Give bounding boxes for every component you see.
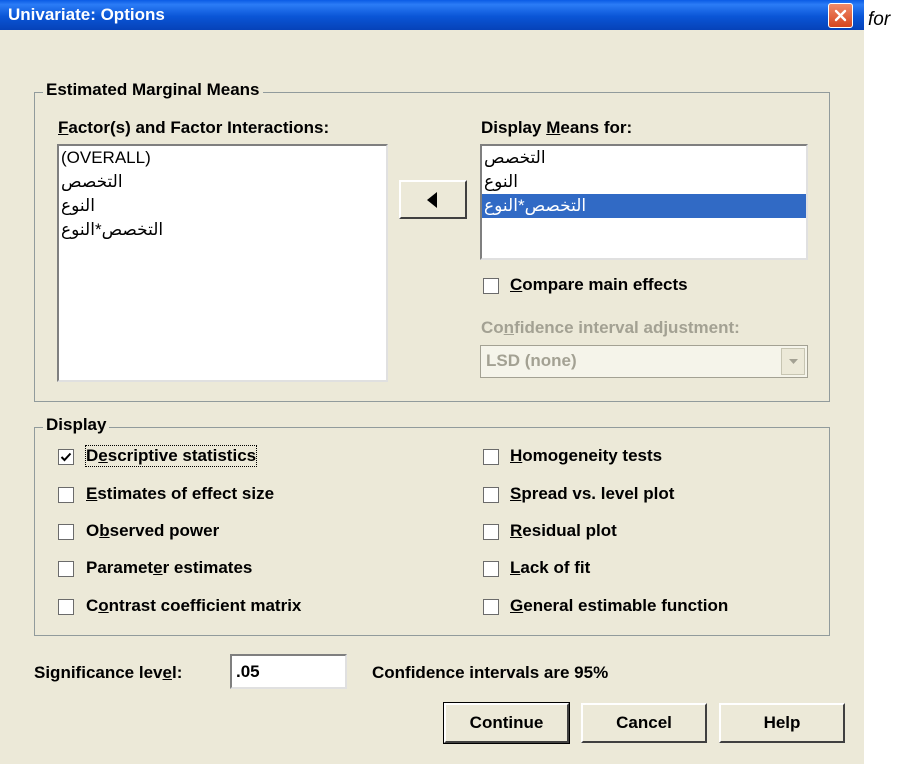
display-left-label-1[interactable]: Estimates of effect size <box>86 484 274 504</box>
close-icon <box>834 9 847 22</box>
display-right-label-4[interactable]: General estimable function <box>510 596 728 616</box>
list-item[interactable]: التخصص <box>59 170 386 194</box>
display-left-label-3[interactable]: Parameter estimates <box>86 558 252 578</box>
list-item-selected[interactable]: التخصص*النوع <box>482 194 806 218</box>
confidence-interval-text: Confidence intervals are 95% <box>372 663 609 682</box>
left-arrow-icon <box>427 191 437 208</box>
display-left-checkbox-3[interactable] <box>58 561 74 577</box>
dropdown-button[interactable] <box>781 348 805 375</box>
display-left-checkbox-4[interactable] <box>58 599 74 615</box>
chevron-down-icon <box>788 358 798 364</box>
factors-listbox[interactable]: (OVERALL) التخصص النوع التخصص*النوع <box>57 144 388 382</box>
display-group-label: Display <box>43 415 110 435</box>
options-dialog: Univariate: Options Estimated Marginal M… <box>0 0 864 764</box>
display-left-label-2[interactable]: Observed power <box>86 521 219 541</box>
compare-main-effects-checkbox[interactable] <box>483 278 499 294</box>
move-left-button[interactable] <box>399 180 467 219</box>
significance-input[interactable] <box>230 654 347 689</box>
display-right-checkbox-2[interactable] <box>483 524 499 540</box>
list-item[interactable]: (OVERALL) <box>59 146 386 170</box>
list-item[interactable]: النوع <box>59 194 386 218</box>
compare-main-effects-label[interactable]: Compare main effects <box>510 275 688 295</box>
display-means-label: Display Means for: <box>481 118 633 137</box>
display-right-checkbox-4[interactable] <box>483 599 499 615</box>
list-item[interactable]: النوع <box>482 170 806 194</box>
help-button[interactable]: Help <box>719 703 845 743</box>
factors-label: Factor(s) and Factor Interactions: <box>58 118 330 137</box>
continue-button[interactable]: Continue <box>443 702 570 744</box>
display-right-checkbox-0[interactable] <box>483 449 499 465</box>
list-item[interactable]: التخصص <box>482 146 806 170</box>
ci-adjustment-select[interactable]: LSD (none) <box>480 345 808 378</box>
title-bar[interactable]: Univariate: Options <box>0 0 864 30</box>
display-left-label-4[interactable]: Contrast coefficient matrix <box>86 596 301 616</box>
significance-label: Significance level: <box>34 663 183 682</box>
display-left-checkbox-1[interactable] <box>58 487 74 503</box>
display-right-label-0[interactable]: Homogeneity tests <box>510 446 662 466</box>
display-left-label-0[interactable]: Descriptive statistics <box>84 445 258 467</box>
display-means-listbox[interactable]: التخصص النوع التخصص*النوع <box>480 144 808 260</box>
display-left-checkbox-2[interactable] <box>58 524 74 540</box>
display-right-label-1[interactable]: Spread vs. level plot <box>510 484 674 504</box>
display-left-checkbox-0[interactable] <box>58 449 74 465</box>
display-right-checkbox-1[interactable] <box>483 487 499 503</box>
ci-adjustment-label: Confidence interval adjustment: <box>481 318 740 337</box>
display-right-checkbox-3[interactable] <box>483 561 499 577</box>
background-text: for <box>868 9 891 30</box>
window-title: Univariate: Options <box>8 5 165 24</box>
display-right-label-2[interactable]: Residual plot <box>510 521 617 541</box>
list-item[interactable]: التخصص*النوع <box>59 218 386 242</box>
display-right-label-3[interactable]: Lack of fit <box>510 558 590 578</box>
ci-adjustment-value: LSD (none) <box>486 351 577 370</box>
marginal-means-group-label: Estimated Marginal Means <box>43 80 263 100</box>
close-button[interactable] <box>828 3 853 28</box>
check-icon <box>60 452 72 462</box>
cancel-button[interactable]: Cancel <box>581 703 707 743</box>
